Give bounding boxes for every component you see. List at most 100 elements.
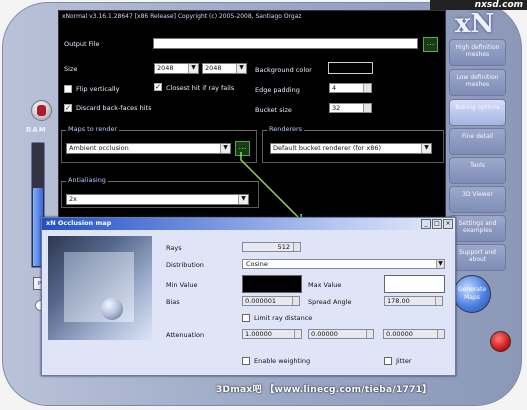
stepper-arrows-icon[interactable]	[292, 297, 299, 305]
attenuation-label: Attenuation	[166, 331, 205, 339]
maps-to-render-value: Ambient occlusion	[69, 144, 129, 152]
occlusion-map-dialog: xN Occlusion map _ □ × Rays 512 Distribu…	[41, 217, 456, 376]
attenuation-stepper-1[interactable]: 1.00000	[242, 329, 302, 339]
nav-tools[interactable]: Tools	[449, 157, 506, 184]
closest-hit-checkbox[interactable]: ✓	[154, 83, 162, 91]
edge-padding-stepper[interactable]: 4	[329, 83, 372, 93]
enable-weighting-checkbox[interactable]	[242, 357, 250, 365]
generate-label: Generate Maps	[457, 286, 487, 301]
dialog-titlebar: xN Occlusion map	[42, 218, 455, 230]
size-width-select[interactable]: 2048 ▼	[154, 63, 199, 74]
rays-label: Rays	[166, 244, 182, 252]
power-icon[interactable]	[490, 331, 511, 352]
spread-angle-value: 178.00	[387, 297, 410, 305]
nav-low-definition-meshes[interactable]: Low definition meshes	[449, 69, 506, 96]
antialiasing-select[interactable]: 2x ▼	[66, 194, 249, 205]
nav-label: Baking options	[455, 104, 500, 111]
attenuation-stepper-2[interactable]: 0.00000	[308, 329, 374, 339]
maximize-icon[interactable]: □	[432, 219, 442, 229]
flip-vertically-checkbox[interactable]	[64, 85, 72, 93]
closest-hit-label: Closest hit if ray fails	[166, 84, 235, 92]
size-height-select[interactable]: 2048 ▼	[202, 63, 247, 74]
limit-ray-distance-label: Limit ray distance	[254, 314, 313, 322]
max-value-label: Max Value	[308, 281, 342, 289]
generate-maps-button[interactable]: Generate Maps	[453, 275, 491, 313]
antialiasing-label: Antialiasing	[66, 176, 108, 184]
flip-vertically-label: Flip vertically	[76, 85, 120, 93]
close-icon[interactable]: ×	[443, 219, 453, 229]
min-value-color-swatch[interactable]	[242, 275, 302, 293]
stepper-arrows-icon[interactable]	[366, 330, 373, 338]
chevron-down-icon[interactable]: ▼	[188, 64, 198, 73]
chevron-down-icon[interactable]: ▼	[220, 144, 230, 153]
rays-value: 512	[277, 243, 290, 251]
renderer-select[interactable]: Default bucket renderer (for x86) ▼	[270, 143, 432, 154]
nav-label: Tools	[470, 162, 485, 169]
chevron-down-icon[interactable]: ▼	[238, 195, 248, 204]
bucket-size-label: Bucket size	[255, 106, 292, 114]
maps-to-render-select[interactable]: Ambient occlusion ▼	[66, 143, 231, 154]
maps-options-button[interactable]: …	[235, 141, 250, 156]
bias-stepper[interactable]: 0.000001	[242, 296, 300, 306]
nav-label: Fine detail	[462, 133, 493, 140]
occlusion-preview-image	[48, 236, 152, 340]
preview-sphere	[101, 298, 123, 320]
nav-support-and-about[interactable]: Support and about	[449, 244, 506, 271]
bias-value: 0.000001	[245, 297, 277, 305]
stepper-arrows-icon[interactable]	[363, 104, 371, 112]
chevron-down-icon[interactable]: ▼	[436, 260, 444, 268]
background-color-label: Background color	[255, 66, 312, 74]
nav-3d-viewer[interactable]: 3D Viewer	[449, 186, 506, 213]
nav-label: Settings and examples	[458, 220, 497, 234]
nav-label: 3D Viewer	[462, 191, 493, 198]
stepper-arrows-icon[interactable]	[363, 84, 371, 92]
dialog-title: Occlusion map	[57, 219, 112, 227]
output-file-browse-button[interactable]: …	[423, 37, 438, 52]
edge-padding-label: Edge padding	[255, 86, 300, 94]
size-label: Size	[64, 65, 78, 73]
attenuation-value-1: 1.00000	[245, 330, 272, 338]
bucket-size-value: 32	[332, 104, 341, 112]
distribution-label: Distribution	[166, 261, 204, 269]
discard-back-faces-checkbox[interactable]: ✓	[64, 104, 72, 112]
chevron-down-icon[interactable]: ▼	[236, 64, 246, 73]
maps-to-render-label: Maps to render	[66, 125, 120, 133]
attenuation-value-2: 0.00000	[311, 330, 338, 338]
distribution-value: Cosine	[246, 260, 268, 268]
size-width-value: 2048	[157, 64, 174, 72]
bucket-size-stepper[interactable]: 32	[329, 103, 372, 113]
chevron-down-icon[interactable]: ▼	[421, 144, 431, 153]
nav-baking-options[interactable]: Baking options	[449, 99, 506, 126]
stepper-arrows-icon[interactable]	[437, 330, 444, 338]
spread-angle-stepper[interactable]: 178.00	[384, 296, 443, 306]
antialiasing-value: 2x	[69, 195, 77, 203]
limit-ray-distance-checkbox[interactable]	[242, 314, 250, 322]
nav-label: Low definition meshes	[456, 74, 499, 88]
caption-watermark: 3Dmax吧 【www.linecg.com/tieba/1771】	[216, 385, 432, 395]
discard-back-faces-label: Discard back-faces hits	[76, 104, 152, 112]
bias-label: Bias	[166, 298, 180, 306]
window-title: xNormal v3.16.1.28647 [x86 Release] Copy…	[62, 13, 302, 20]
stepper-arrows-icon[interactable]	[435, 297, 442, 305]
spread-angle-label: Spread Angle	[308, 298, 352, 306]
nav-fine-detail[interactable]: Fine detail	[449, 128, 506, 155]
dialog-window-controls: _ □ ×	[421, 219, 453, 229]
stepper-arrows-icon[interactable]	[294, 330, 301, 338]
min-value-label: Min Value	[166, 281, 198, 289]
background-color-swatch[interactable]	[328, 62, 373, 74]
attenuation-value-3: 0.00000	[386, 330, 413, 338]
nav-high-definition-meshes[interactable]: High definition meshes	[449, 39, 506, 66]
rays-stepper[interactable]: 512	[242, 242, 301, 252]
jitter-label: Jitter	[396, 357, 412, 365]
attenuation-stepper-3[interactable]: 0.00000	[383, 329, 445, 339]
jitter-checkbox[interactable]	[384, 357, 392, 365]
distribution-select[interactable]: Cosine ▼	[242, 259, 445, 269]
nav-label: Support and about	[459, 249, 496, 263]
output-file-input[interactable]	[153, 38, 418, 49]
stop-icon[interactable]	[31, 100, 52, 121]
size-height-value: 2048	[205, 64, 222, 72]
minimize-icon[interactable]: _	[421, 219, 431, 229]
stepper-arrows-icon[interactable]	[293, 243, 300, 251]
nav-settings-and-examples[interactable]: Settings and examples	[449, 215, 506, 242]
max-value-color-swatch[interactable]	[384, 275, 445, 293]
